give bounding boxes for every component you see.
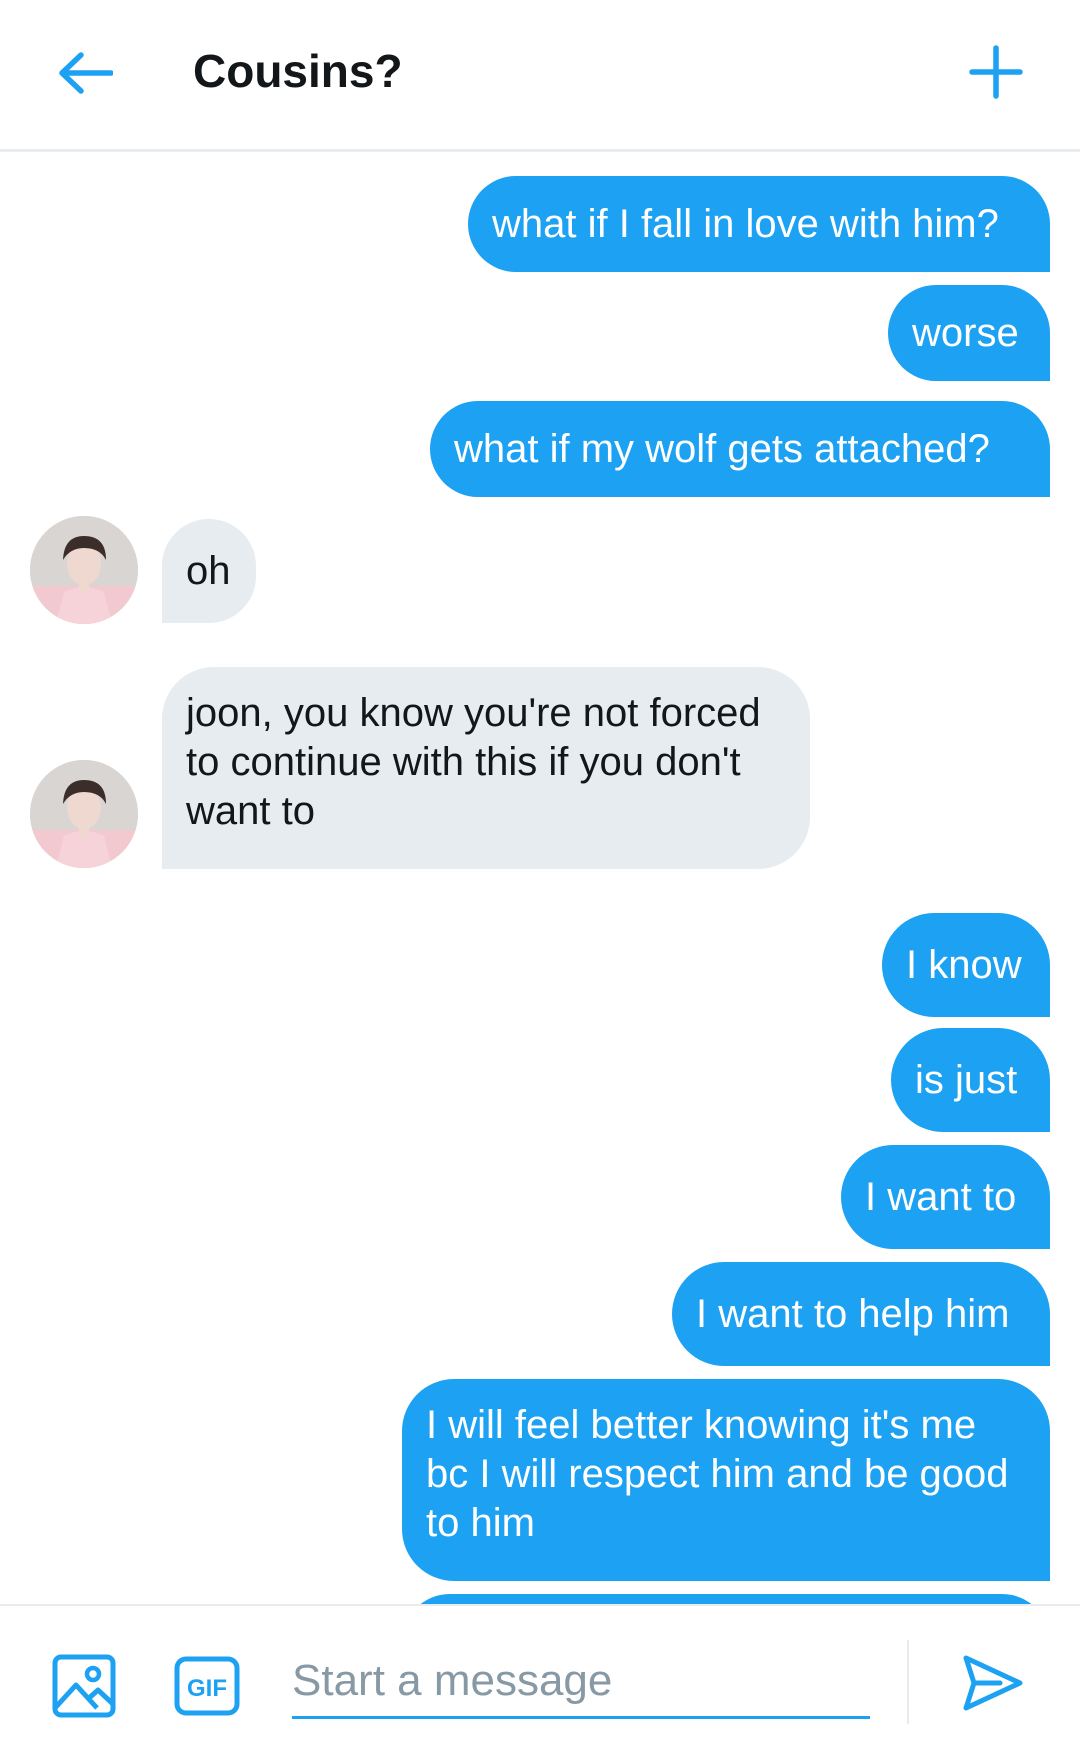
composer-divider [907,1640,909,1724]
message-text: I will feel better knowing it's me bc I … [426,1403,1009,1545]
avatar[interactable] [30,760,138,868]
message-text: what if I fall in love with him? [492,201,999,246]
message-bubble-outgoing[interactable]: I will feel better knowing it's me bc I … [402,1379,1050,1581]
message-text: oh [186,548,231,593]
message-bubble-incoming[interactable]: joon, you know you're not forced to cont… [162,667,810,869]
message-list[interactable]: what if I fall in love with him? worse w… [0,152,1080,1604]
message-input[interactable] [292,1646,870,1719]
message-text: I know [906,942,1022,987]
media-button[interactable] [52,1654,116,1718]
avatar-image [30,760,138,868]
message-bubble-outgoing[interactable]: I want to [841,1145,1050,1249]
send-button[interactable] [960,1650,1026,1716]
gif-button[interactable]: GIF [174,1656,240,1716]
gif-icon: GIF [174,1656,240,1716]
message-bubble-outgoing[interactable]: worse [888,285,1050,381]
avatar-image [30,516,138,624]
gif-label: GIF [187,1675,227,1702]
message-composer: GIF [0,1604,1080,1747]
plus-icon [969,45,1023,99]
message-text: joon, you know you're not forced to cont… [186,691,761,833]
image-icon [52,1654,116,1718]
message-bubble-outgoing[interactable]: is just [891,1028,1050,1132]
message-bubble-outgoing[interactable]: I want to help him [672,1262,1050,1366]
message-text: what if my wolf gets attached? [454,426,990,471]
back-button[interactable] [50,38,120,108]
arrow-left-icon [59,52,113,94]
message-text: I want to [865,1174,1017,1219]
add-button[interactable] [960,36,1032,108]
avatar[interactable] [30,516,138,624]
send-icon [963,1655,1023,1711]
message-text: I want to help him [696,1291,1010,1336]
message-bubble-incoming[interactable]: oh [162,519,256,623]
message-bubble-outgoing[interactable]: I know [882,913,1050,1017]
message-bubble-outgoing[interactable]: what if my wolf gets attached? [430,401,1050,497]
message-bubble-outgoing-partial[interactable] [402,1594,1050,1604]
message-text: is just [915,1057,1018,1102]
conversation-title[interactable]: Cousins? [193,40,403,102]
message-bubble-outgoing[interactable]: what if I fall in love with him? [468,176,1050,272]
message-text: worse [912,310,1019,355]
conversation-header: Cousins? [0,0,1080,152]
